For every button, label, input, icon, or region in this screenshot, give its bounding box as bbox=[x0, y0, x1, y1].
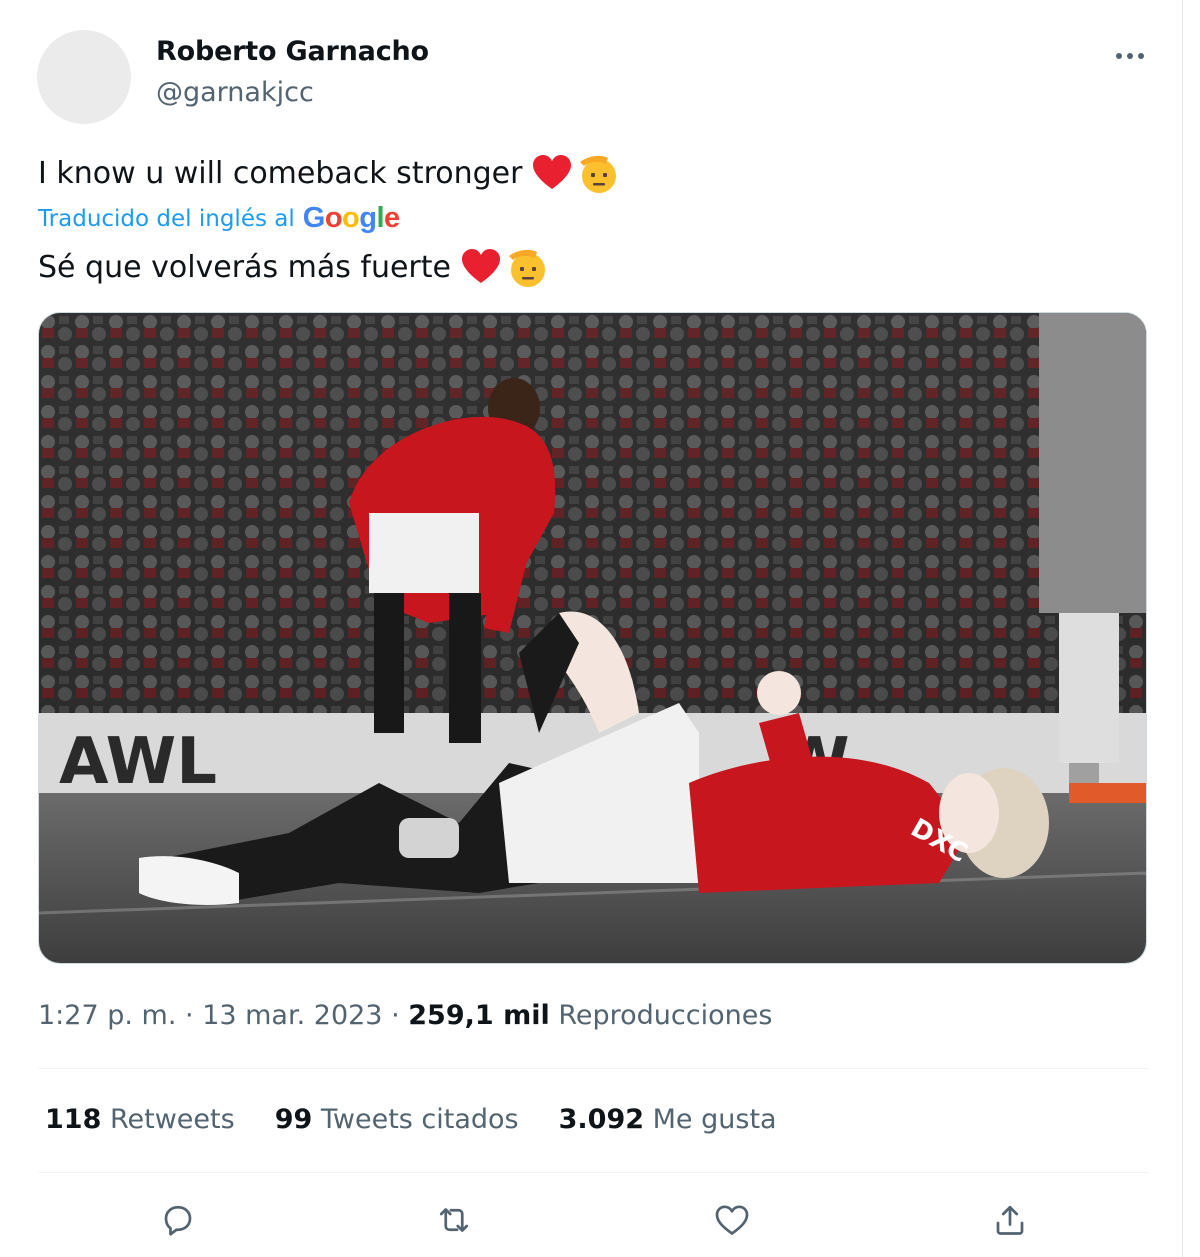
like-icon[interactable] bbox=[710, 1198, 754, 1242]
more-options-icon[interactable] bbox=[1110, 36, 1150, 76]
author-handle[interactable]: @garnakjcc bbox=[156, 77, 314, 108]
likes-stat[interactable]: 3.092 Me gusta bbox=[559, 1104, 777, 1135]
views-label: Reproducciones bbox=[558, 1000, 773, 1031]
tweet-card: Roberto Garnacho @garnakjcc I know u wil… bbox=[0, 0, 1183, 1257]
quotes-stat[interactable]: 99 Tweets citados bbox=[275, 1104, 519, 1135]
retweets-count: 118 bbox=[45, 1104, 102, 1135]
tweet-text: I know u will comeback stronger bbox=[38, 152, 620, 194]
meta-separator: · bbox=[391, 1000, 400, 1031]
likes-label: Me gusta bbox=[652, 1104, 777, 1135]
views-count: 259,1 mil bbox=[408, 1000, 550, 1031]
retweets-stat[interactable]: 118 Retweets bbox=[45, 1104, 235, 1135]
divider bbox=[38, 1068, 1148, 1069]
likes-count: 3.092 bbox=[558, 1104, 645, 1135]
tweet-photo[interactable]: AWL W bbox=[38, 312, 1147, 964]
tweet-text-content: I know u will comeback stronger bbox=[38, 155, 523, 191]
meta-separator: · bbox=[185, 1000, 194, 1031]
retweets-label: Retweets bbox=[109, 1104, 235, 1135]
tweet-date[interactable]: 13 mar. 2023 bbox=[202, 1000, 382, 1031]
retweet-icon[interactable] bbox=[432, 1198, 476, 1242]
red-heart-icon bbox=[532, 155, 572, 191]
reply-icon[interactable] bbox=[156, 1198, 200, 1242]
translation-label: Traducido del inglés al bbox=[38, 205, 295, 232]
tweet-meta: 1:27 p. m. · 13 mar. 2023 · 259,1 mil Re… bbox=[38, 1000, 772, 1031]
google-logo: Google bbox=[302, 202, 400, 234]
saluting-face-icon bbox=[503, 246, 549, 288]
quotes-label: Tweets citados bbox=[320, 1104, 519, 1135]
translation-text: Sé que volverás más fuerte bbox=[38, 246, 549, 288]
translation-notice[interactable]: Traducido del inglés al Google bbox=[38, 202, 400, 235]
saluting-face-icon bbox=[574, 152, 620, 194]
quotes-count: 99 bbox=[274, 1104, 313, 1135]
tweet-stats: 118 Retweets 99 Tweets citados 3.092 Me … bbox=[45, 1104, 817, 1135]
translation-text-content: Sé que volverás más fuerte bbox=[38, 249, 451, 285]
author-name[interactable]: Roberto Garnacho bbox=[156, 36, 429, 67]
svg-text:AWL: AWL bbox=[59, 725, 217, 799]
avatar[interactable] bbox=[37, 30, 131, 124]
tweet-time[interactable]: 1:27 p. m. bbox=[38, 1000, 176, 1031]
divider bbox=[38, 1172, 1148, 1173]
red-heart-icon bbox=[461, 249, 501, 285]
share-icon[interactable] bbox=[988, 1198, 1032, 1242]
